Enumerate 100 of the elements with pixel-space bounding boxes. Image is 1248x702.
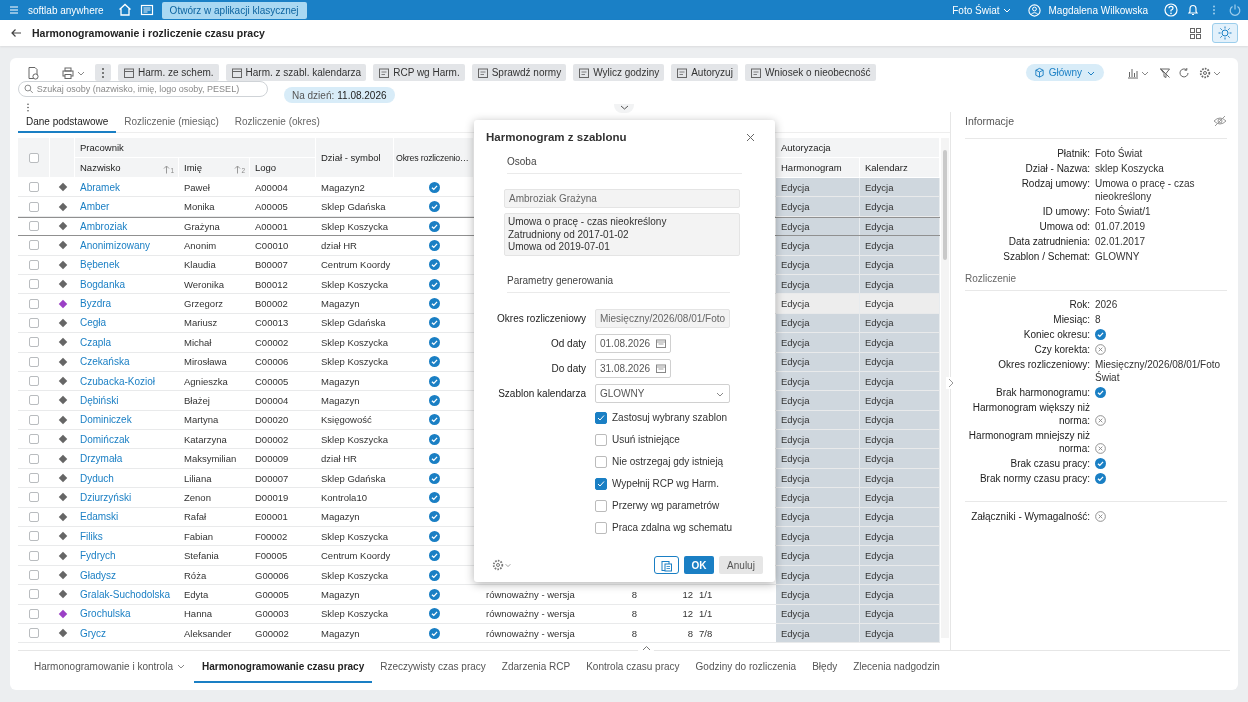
column-label: Nazwisko — [80, 162, 121, 173]
table-cell: Edycja — [860, 236, 940, 255]
table-cell-text: Sklep Koszycka — [320, 530, 390, 542]
table-cell-text: Rafał — [183, 511, 208, 523]
info-label: Data zatrudnienia: — [1007, 235, 1090, 248]
employee-link[interactable]: Dyduch — [75, 472, 179, 484]
bottom-tab[interactable]: Rzeczywisty czas pracy — [372, 651, 494, 683]
company-selector[interactable]: Foto Świat — [952, 4, 1000, 16]
bottom-tab[interactable]: Harmonogramowanie czasu pracy — [193, 651, 373, 683]
table-cell-text: Mirosława — [183, 356, 228, 368]
bottom-tab[interactable]: Kontrola czasu pracy — [578, 651, 688, 683]
table-row[interactable]: Grochulska Hanna G00003 Sklep Koszycka równoważny - wersja 8 12 1/1 Edycja Edycja — [18, 604, 940, 624]
employee-link[interactable]: Domińczak — [75, 433, 179, 445]
employee-link[interactable]: Dębiński — [75, 395, 179, 406]
employee-link[interactable]: Dziurzyński — [75, 491, 179, 503]
employee-link[interactable]: Czapla — [75, 336, 179, 348]
employee-link[interactable]: Grycz — [75, 627, 179, 639]
employee-link[interactable]: Bębenek — [75, 259, 179, 271]
table-cell-text: 8 — [630, 588, 639, 600]
bottom-tab[interactable]: Zdarzenia RCP — [493, 651, 579, 683]
employee-link[interactable]: Anonimizowany — [75, 239, 179, 251]
table-row[interactable]: Gralak-Suchodolska Edyta G00005 Magazyn równoważny - wersja 8 12 1/1 Edycja Edycja — [18, 585, 940, 605]
table-cell: Edycja — [860, 197, 940, 216]
toolbar-button[interactable]: Autoryzuj — [671, 64, 738, 81]
table-cell-text: Sklep Koszycka — [320, 278, 390, 290]
employee-link[interactable]: Amber — [75, 201, 179, 213]
date-filter[interactable]: Na dzień: 11.08.2026 — [284, 87, 395, 103]
employee-link[interactable]: Grochulska — [75, 608, 179, 620]
info-value: 8 — [1095, 313, 1102, 326]
table-cell-text: 12 — [681, 588, 694, 600]
user-name[interactable]: Magdalena Wilkowska — [1048, 4, 1148, 16]
toolbar-button[interactable]: Wniosek o nieobecność — [744, 64, 876, 81]
table-row[interactable]: Grycz Aleksander G00002 Magazyn równoważny - wersja 8 8 7/8 Edycja Edycja — [18, 624, 940, 644]
bottom-tab[interactable]: Zlecenia nadgodzin — [845, 651, 948, 683]
table-cell-text: D00004 — [254, 395, 290, 406]
view-selector[interactable]: Główny — [1025, 64, 1104, 81]
column-header[interactable]: Harmonogram — [776, 158, 860, 178]
cancel-button[interactable]: Anuluj — [719, 556, 763, 574]
tab[interactable]: Dane podstawowe — [18, 112, 117, 133]
column-label: Imię — [184, 162, 202, 173]
table-cell-text: 8 — [686, 627, 694, 639]
employee-link[interactable]: Czekańska — [75, 356, 179, 368]
table-cell-text: Martyna — [183, 414, 220, 426]
employee-link[interactable]: Dominiczek — [75, 414, 179, 426]
table-cell-text: C00002 — [254, 336, 290, 348]
info-label: Płatnik: — [1056, 147, 1090, 160]
table-cell-text: F00002 — [254, 530, 289, 542]
employee-link[interactable]: Fydrych — [75, 550, 179, 562]
ok-button[interactable]: OK — [684, 556, 714, 574]
toolbar-button[interactable]: Harm. z szabl. kalendarza — [225, 64, 367, 81]
employee-link[interactable]: Edamski — [75, 511, 179, 523]
employee-link[interactable]: Filiks — [75, 530, 179, 542]
employee-link[interactable]: Abramek — [75, 181, 179, 193]
table-cell-text: Grażyna — [183, 220, 221, 232]
table-cell-text: równoważny - wersja — [485, 627, 576, 639]
contract-info-field: Umowa o pracę - czas nieokreślony Zatrudniony od 2017-01-02 Umowa od 2019-07-01 — [504, 213, 740, 256]
column-header[interactable]: Okres rozliczenio… — [394, 138, 474, 178]
table-cell: Edycja — [776, 197, 860, 216]
toolbar-button[interactable]: Sprawdź normy — [471, 64, 567, 81]
employee-link[interactable]: Gralak-Suchodolska — [75, 588, 179, 600]
bottom-tab[interactable]: Harmonogramowanie i kontrola — [26, 651, 194, 683]
template-dropdown[interactable]: GLOWNY — [595, 384, 731, 403]
table-cell: Edycja — [860, 391, 940, 410]
table-cell-text: Sklep Koszycka — [320, 569, 390, 581]
employee-link[interactable]: Byzdra — [75, 298, 179, 310]
toolbar-button[interactable]: Wylicz godziny — [573, 64, 665, 81]
open-classic-app-button[interactable]: Otwórz w aplikacji klasycznej — [161, 1, 307, 19]
column-header[interactable]: Dział - symbol — [316, 138, 394, 178]
column-header[interactable]: Logo — [250, 158, 316, 178]
table-cell-text: Błażej — [183, 395, 211, 406]
date-field[interactable]: 01.08.2026 — [595, 334, 671, 353]
date-field[interactable]: 31.08.2026 — [595, 359, 671, 378]
table-cell: Edycja — [860, 294, 940, 313]
info-label: Załączniki - Wymagalność: — [970, 510, 1090, 523]
table-cell-text: C00013 — [254, 317, 290, 329]
employee-link[interactable]: Gładysz — [75, 569, 179, 581]
toolbar-button[interactable]: Harm. ze schem. — [118, 64, 219, 81]
table-cell-text: Magazyn — [320, 627, 361, 639]
tab[interactable]: Rozliczenie (miesiąc) — [116, 112, 227, 133]
employee-link[interactable]: Cegła — [75, 317, 179, 329]
table-cell-text: Mariusz — [183, 317, 219, 329]
bottom-tab[interactable]: Godziny do rozliczenia — [687, 651, 805, 683]
toolbar-button[interactable]: RCP wg Harm. — [373, 64, 465, 81]
table-cell-text: Grzegorz — [183, 298, 225, 310]
employee-link[interactable]: Czubacka-Kozioł — [75, 375, 179, 387]
employee-link[interactable]: Drzymała — [75, 453, 179, 465]
table-cell: Edycja — [776, 391, 860, 410]
bottom-tab[interactable]: Błędy — [804, 651, 846, 683]
tab[interactable]: Rozliczenie (okres) — [226, 112, 328, 133]
search-field[interactable]: Szukaj osoby (nazwisko, imię, logo osoby, PESEL) — [18, 81, 268, 97]
column-header[interactable]: Kalendarz — [860, 158, 940, 178]
employee-link[interactable]: Bogdanka — [75, 278, 179, 290]
table-cell-text: Katarzyna — [183, 433, 228, 445]
table-cell-text: równoważny - wersja — [485, 608, 576, 620]
table-cell-text: 8 — [630, 608, 639, 620]
employee-link[interactable]: Ambroziak — [75, 220, 179, 232]
info-label: Harmonogram mniejszy niż norma: — [967, 429, 1090, 455]
option-label: Praca zdalna wg schematu — [612, 522, 733, 533]
table-cell-text: Kontrola10 — [320, 491, 368, 503]
page-title: Harmonogramowanie i rozliczenie czasu pracy — [32, 27, 265, 39]
